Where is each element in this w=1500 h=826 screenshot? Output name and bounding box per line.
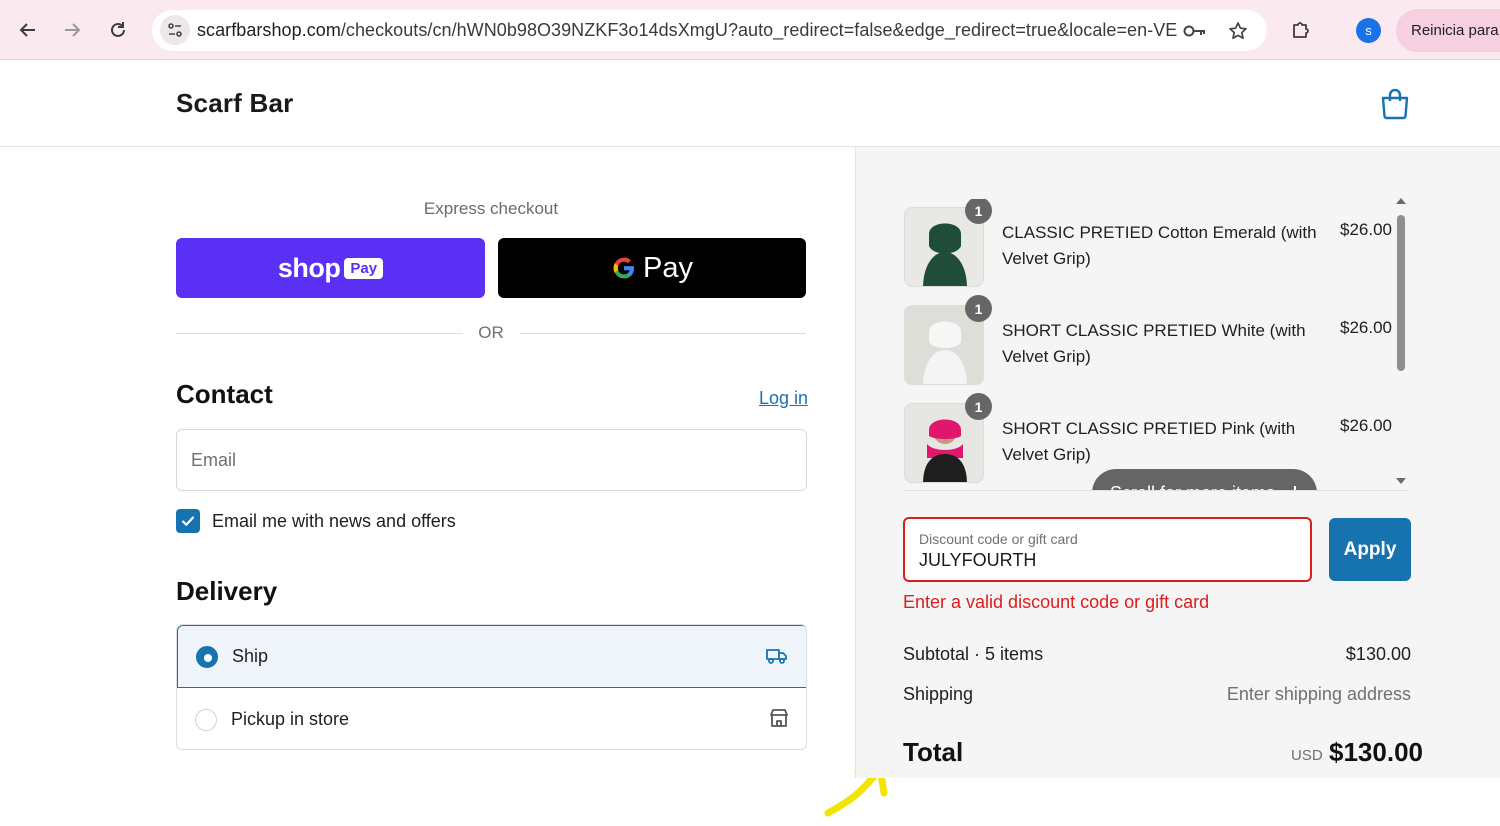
total-value: $130.00 [1329, 737, 1423, 767]
email-input[interactable] [177, 430, 806, 490]
cart-item: 1 CLASSIC PRETIED Cotton Emerald (with V… [904, 199, 1394, 291]
shipping-value: Enter shipping address [1226, 684, 1411, 704]
log-in-link[interactable]: Log in [759, 388, 808, 409]
newsletter-label: Email me with news and offers [212, 510, 456, 531]
item-price: $26.00 [1340, 220, 1392, 239]
discount-code-field[interactable]: Discount code or gift card JULYFOURTH [903, 517, 1312, 582]
reload-button[interactable] [100, 12, 136, 48]
or-divider: OR [176, 323, 806, 345]
cart-items-list[interactable]: 1 CLASSIC PRETIED Cotton Emerald (with V… [904, 199, 1409, 491]
back-arrow-icon [19, 23, 35, 37]
delivery-title: Delivery [176, 576, 278, 606]
quantity-badge: 1 [965, 199, 992, 224]
item-name: CLASSIC PRETIED Cotton Emerald (with Vel… [1002, 223, 1317, 268]
password-key-icon[interactable] [1182, 18, 1208, 44]
scroll-more-items-button[interactable]: Scroll for more items [1092, 469, 1317, 491]
subtotal-label: Subtotal · 5 items [903, 644, 1044, 664]
apply-discount-button[interactable]: Apply [1329, 518, 1411, 581]
back-button[interactable] [10, 12, 46, 48]
pickup-label: Pickup in store [231, 709, 350, 729]
or-label: OR [478, 323, 504, 342]
puzzle-icon [1293, 22, 1309, 38]
total-label: Total [903, 737, 964, 767]
delivery-option-pickup[interactable]: Pickup in store [177, 688, 806, 749]
ship-label: Ship [232, 646, 269, 666]
order-summary: 1 CLASSIC PRETIED Cotton Emerald (with V… [855, 147, 1500, 778]
total-currency: USD [1291, 747, 1323, 764]
shop-pay-button[interactable]: shop Pay [176, 238, 485, 298]
contact-title: Contact [176, 379, 273, 409]
delivery-option-ship[interactable]: Ship [177, 625, 806, 688]
scroll-up-arrow-icon[interactable] [1395, 197, 1407, 205]
item-price: $26.00 [1340, 416, 1392, 435]
google-pay-button[interactable]: Pay [498, 238, 806, 298]
forward-arrow-icon [65, 23, 81, 37]
reload-icon [111, 22, 125, 37]
shipping-row: Shipping Enter shipping address [903, 684, 1411, 705]
discount-field-value[interactable]: JULYFOURTH [919, 550, 1036, 571]
subtotal-value: $130.00 [1345, 644, 1411, 664]
shopping-bag-icon [1381, 88, 1409, 120]
scrollbar-thumb[interactable] [1397, 215, 1405, 371]
newsletter-checkbox[interactable] [176, 509, 200, 533]
extensions-button[interactable] [1283, 12, 1319, 48]
google-pay-wordmark: Pay [643, 251, 693, 284]
cart-item: 1 SHORT CLASSIC PRETIED White (with Velv… [904, 295, 1394, 389]
email-field[interactable] [176, 429, 807, 491]
store-logo[interactable]: Scarf Bar [176, 88, 293, 119]
item-name: SHORT CLASSIC PRETIED Pink (with Velvet … [1002, 419, 1296, 464]
google-g-icon [613, 257, 634, 279]
site-info-icon[interactable] [160, 15, 190, 45]
bookmark-star-icon[interactable] [1225, 18, 1251, 44]
shipping-label: Shipping [903, 684, 974, 704]
discount-field-label: Discount code or gift card [919, 531, 1078, 547]
browser-toolbar: scarfbarshop.com/checkouts/cn/hWN0b98O39… [0, 0, 1500, 60]
checkmark-icon [181, 516, 195, 526]
delivery-options: Ship Pickup in store [176, 624, 807, 750]
store-icon [768, 707, 790, 734]
profile-avatar[interactable]: s [1356, 18, 1381, 43]
pickup-radio[interactable] [195, 708, 217, 731]
scroll-hint-label: Scroll for more items [1110, 483, 1275, 491]
checkout-form: Express checkout shop Pay Pay OR Contact… [0, 147, 888, 817]
relaunch-chip[interactable]: Reinicia para a [1396, 9, 1500, 52]
discount-error-message: Enter a valid discount code or gift card [903, 592, 1210, 612]
item-name: SHORT CLASSIC PRETIED White (with Velvet… [1002, 321, 1306, 366]
address-bar[interactable]: scarfbarshop.com/checkouts/cn/hWN0b98O39… [152, 10, 1267, 51]
forward-button[interactable] [54, 12, 90, 48]
quantity-badge: 1 [965, 393, 992, 420]
ship-radio[interactable] [196, 645, 218, 668]
shop-pay-wordmark: shop [277, 252, 341, 283]
truck-icon [765, 645, 789, 672]
arrow-down-icon [1294, 486, 1297, 490]
url-text[interactable]: scarfbarshop.com/checkouts/cn/hWN0b98O39… [197, 20, 1177, 41]
shop-pay-badge: Pay [344, 257, 384, 279]
express-checkout-label: Express checkout [423, 199, 559, 218]
item-price: $26.00 [1340, 318, 1392, 337]
newsletter-option[interactable]: Email me with news and offers [176, 509, 456, 533]
cart-bag-button[interactable] [1380, 88, 1410, 125]
quantity-badge: 1 [965, 295, 992, 322]
scroll-down-arrow-icon[interactable] [1395, 477, 1407, 485]
store-header: Scarf Bar [0, 61, 1500, 147]
subtotal-row: Subtotal · 5 items $130.00 [903, 644, 1411, 665]
items-scrollbar[interactable] [1392, 193, 1410, 491]
